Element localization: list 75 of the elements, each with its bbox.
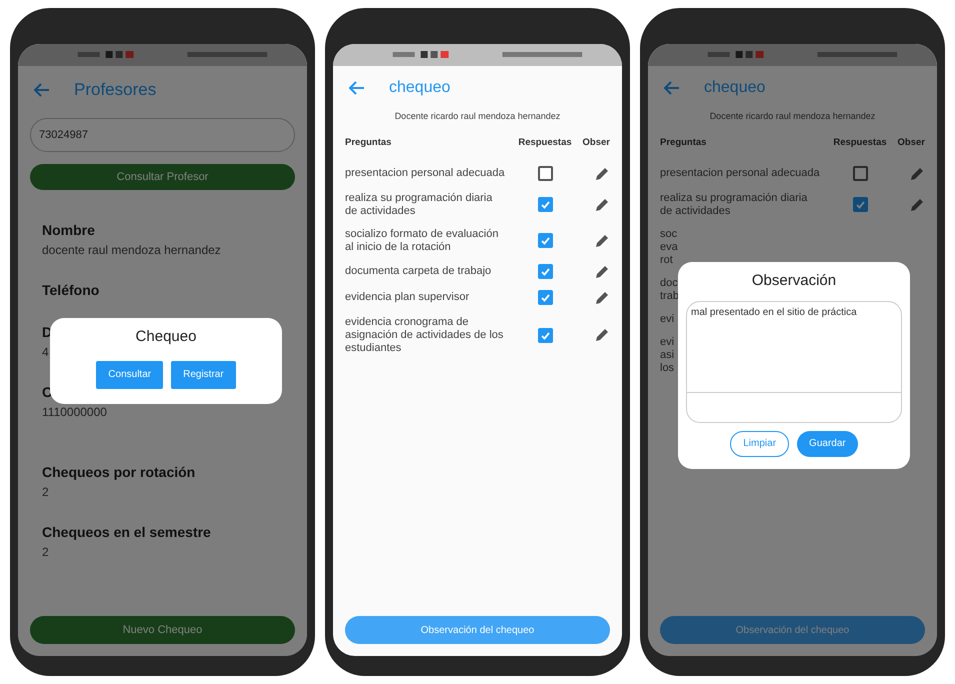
checkbox[interactable] (538, 328, 552, 343)
question-text: doc (660, 276, 678, 290)
question-text: trab (660, 290, 679, 303)
field-label: Teléfono (42, 281, 100, 300)
pencil-icon[interactable] (594, 327, 610, 344)
question-text: eva (660, 240, 678, 254)
observation-button[interactable]: Observación del chequeo (660, 616, 925, 644)
back-arrow-icon[interactable] (664, 81, 680, 95)
dialog-title: Chequeo (136, 327, 196, 347)
back-arrow-icon[interactable] (349, 81, 365, 95)
observation-field[interactable]: mal presentado en el sitio de práctica (686, 300, 902, 422)
dialog-button[interactable]: Limpiar (730, 430, 790, 456)
checkbox[interactable] (852, 166, 868, 182)
question-text: evi (660, 336, 674, 349)
checkbox[interactable] (538, 166, 552, 182)
screen-title: chequeo (389, 78, 450, 98)
question-text: los (660, 362, 674, 375)
checkbox[interactable] (538, 233, 552, 248)
question-text: socializo formato de evaluación al inicio de la rotación (345, 228, 500, 254)
checkbox[interactable] (538, 264, 552, 280)
field-value: 1110000000 (42, 404, 107, 421)
new-check-button[interactable]: Nuevo Chequeo (30, 616, 295, 644)
screen-title: chequeo (704, 78, 766, 98)
pencil-icon[interactable] (594, 264, 610, 280)
screen-title: Profesores (74, 79, 156, 102)
column-header: Obser (896, 136, 925, 150)
search-field[interactable]: 73024987 (30, 118, 295, 152)
field-value: 4 (42, 344, 49, 361)
teacher-name: Docente ricardo raul mendoza hernandez (708, 110, 876, 123)
field-label: Nombre (42, 221, 96, 240)
checkmark-icon (540, 199, 550, 210)
column-header: Respuestas (832, 136, 888, 150)
question-text: realiza su programación diaria de actividades (660, 192, 808, 218)
checkmark-icon (540, 266, 550, 278)
field-value: 2 (42, 544, 49, 561)
column-header: Respuestas (517, 136, 573, 150)
dialog-title: Observación (752, 271, 836, 291)
pencil-icon[interactable] (594, 290, 610, 306)
pencil-icon[interactable] (909, 166, 925, 182)
question-text: presentacion personal adecuada (345, 167, 506, 180)
field-label: Chequeos por rotación (42, 463, 196, 482)
checkbox[interactable] (538, 290, 552, 306)
question-text: evi (660, 312, 674, 326)
question-text: evidencia cronograma de asignación de actividades de los estudiantes (345, 316, 504, 355)
field-value: 2 (42, 484, 49, 501)
checkmark-icon (540, 292, 550, 304)
checkmark-icon (854, 199, 866, 210)
column-header: Obser (582, 136, 610, 150)
pencil-icon[interactable] (594, 166, 610, 182)
pencil-icon[interactable] (594, 196, 610, 213)
question-text: rot (660, 254, 673, 267)
question-text: realiza su programación diaria de actividades (345, 192, 494, 218)
field-value: docente raul mendoza hernandez (42, 242, 221, 259)
dialog-button[interactable]: Consultar (96, 360, 164, 388)
dialog-button[interactable]: Guardar (797, 430, 858, 456)
question-text: soc (660, 228, 678, 241)
checkmark-icon (540, 330, 550, 341)
checkbox[interactable] (852, 197, 868, 212)
pencil-icon[interactable] (909, 196, 925, 213)
field-label: Chequeos en el semestre (42, 523, 212, 542)
back-arrow-icon[interactable] (34, 83, 50, 97)
column-header: Preguntas (660, 136, 708, 150)
checkmark-icon (540, 235, 550, 246)
question-text: asi (660, 348, 674, 362)
checkbox[interactable] (538, 197, 552, 212)
teacher-name: Docente ricardo raul mendoza hernandez (394, 110, 562, 123)
dialog-button[interactable]: Registrar (171, 360, 236, 388)
observation-button[interactable]: Observación del chequeo (345, 616, 610, 644)
question-text: documenta carpeta de trabajo (345, 265, 492, 278)
pencil-icon[interactable] (594, 232, 610, 249)
question-text: evidencia plan supervisor (345, 291, 470, 304)
column-header: Preguntas (345, 136, 392, 150)
observation-text: mal presentado en el sitio de práctica (690, 306, 858, 320)
consult-button[interactable]: Consultar Profesor (30, 164, 295, 190)
question-text: presentacion personal adecuada (660, 167, 821, 180)
